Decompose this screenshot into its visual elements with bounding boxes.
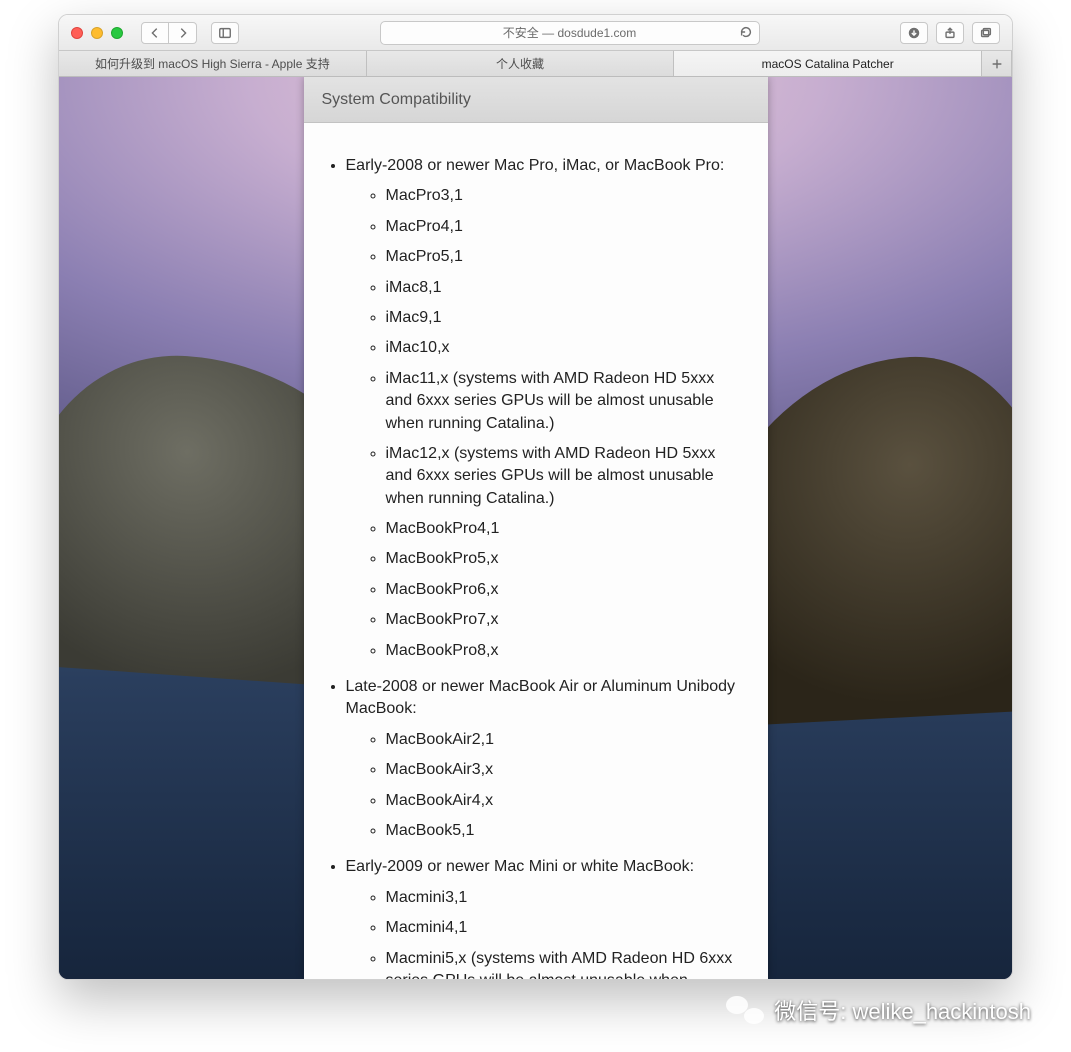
downloads-button[interactable] [900, 22, 928, 44]
content-panel: System Compatibility Early-2008 or newer… [304, 77, 768, 979]
toolbar: 不安全 — dosdude1.com [59, 15, 1012, 51]
sidebar-icon [218, 26, 232, 40]
toolbar-right [900, 22, 1000, 44]
tab-label: macOS Catalina Patcher [762, 57, 894, 71]
group-title: Late-2008 or newer MacBook Air or Alumin… [346, 678, 736, 717]
address-bar[interactable]: 不安全 — dosdude1.com [380, 21, 760, 45]
model-item: MacPro4,1 [386, 216, 744, 238]
share-icon [943, 26, 957, 40]
model-item: MacBookAir3,x [386, 759, 744, 781]
web-viewport: System Compatibility Early-2008 or newer… [59, 77, 1012, 979]
nav-back-forward [141, 22, 197, 44]
tabs-icon [979, 26, 993, 40]
new-tab-button[interactable] [982, 51, 1012, 76]
watermark: 微信号: welike_hackintosh [726, 994, 1031, 1026]
share-button[interactable] [936, 22, 964, 44]
model-item: iMac10,x [386, 337, 744, 359]
group-title: Early-2009 or newer Mac Mini or white Ma… [346, 858, 695, 875]
model-item: MacBookPro6,x [386, 579, 744, 601]
tab-2[interactable]: macOS Catalina Patcher [674, 51, 982, 76]
tab-label: 个人收藏 [496, 55, 544, 72]
minimize-window-button[interactable] [91, 27, 103, 39]
zoom-window-button[interactable] [111, 27, 123, 39]
model-item: MacBookPro5,x [386, 548, 744, 570]
model-item: MacBookPro7,x [386, 609, 744, 631]
wechat-icon [726, 994, 764, 1026]
model-item: MacBookPro4,1 [386, 518, 744, 540]
back-button[interactable] [141, 22, 169, 44]
model-item: iMac9,1 [386, 307, 744, 329]
model-item: iMac11,x (systems with AMD Radeon HD 5xx… [386, 368, 744, 435]
group-title: Early-2008 or newer Mac Pro, iMac, or Ma… [346, 157, 725, 174]
panel-title: System Compatibility [322, 91, 471, 109]
plus-icon [990, 57, 1004, 71]
download-icon [907, 26, 921, 40]
chevron-left-icon [148, 26, 162, 40]
model-item: Macmini3,1 [386, 887, 744, 909]
model-item: iMac8,1 [386, 277, 744, 299]
model-item: MacPro3,1 [386, 185, 744, 207]
watermark-text: 微信号: welike_hackintosh [774, 994, 1031, 1026]
model-item: MacBookPro8,x [386, 640, 744, 662]
model-item: Macmini4,1 [386, 917, 744, 939]
model-item: MacBookAir4,x [386, 790, 744, 812]
window-controls [71, 27, 123, 39]
model-item: MacBook5,1 [386, 820, 744, 842]
tab-0[interactable]: 如何升级到 macOS High Sierra - Apple 支持 [59, 51, 367, 76]
compatibility-list: Early-2008 or newer Mac Pro, iMac, or Ma… [328, 155, 744, 979]
group-item: Late-2008 or newer MacBook Air or Alumin… [346, 676, 744, 842]
tab-label: 如何升级到 macOS High Sierra - Apple 支持 [95, 55, 330, 72]
chevron-right-icon [176, 26, 190, 40]
panel-body[interactable]: Early-2008 or newer Mac Pro, iMac, or Ma… [304, 123, 768, 979]
model-list: MacPro3,1 MacPro4,1 MacPro5,1 iMac8,1 iMac9,… [346, 185, 744, 662]
tab-1[interactable]: 个人收藏 [367, 51, 675, 76]
group-item: Early-2008 or newer Mac Pro, iMac, or Ma… [346, 155, 744, 662]
model-list: MacBookAir2,1 MacBookAir3,x MacBookAir4,x M… [346, 729, 744, 843]
model-item: MacBookAir2,1 [386, 729, 744, 751]
safari-window: 不安全 — dosdude1.com 如何升级到 macOS High Sier… [58, 14, 1013, 980]
tab-strip: 如何升级到 macOS High Sierra - Apple 支持 个人收藏 … [59, 51, 1012, 77]
model-item: Macmini5,x (systems with AMD Radeon HD 6… [386, 948, 744, 979]
forward-button[interactable] [169, 22, 197, 44]
close-window-button[interactable] [71, 27, 83, 39]
model-item: MacPro5,1 [386, 246, 744, 268]
address-label: 不安全 — dosdude1.com [503, 24, 636, 41]
model-list: Macmini3,1 Macmini4,1 Macmini5,x (systems … [346, 887, 744, 979]
sidebar-button[interactable] [211, 22, 239, 44]
reload-button[interactable] [739, 25, 753, 42]
panel-header: System Compatibility [304, 77, 768, 123]
show-tabs-button[interactable] [972, 22, 1000, 44]
reload-icon [739, 25, 753, 39]
model-item: iMac12,x (systems with AMD Radeon HD 5xx… [386, 443, 744, 510]
group-item: Early-2009 or newer Mac Mini or white Ma… [346, 856, 744, 979]
